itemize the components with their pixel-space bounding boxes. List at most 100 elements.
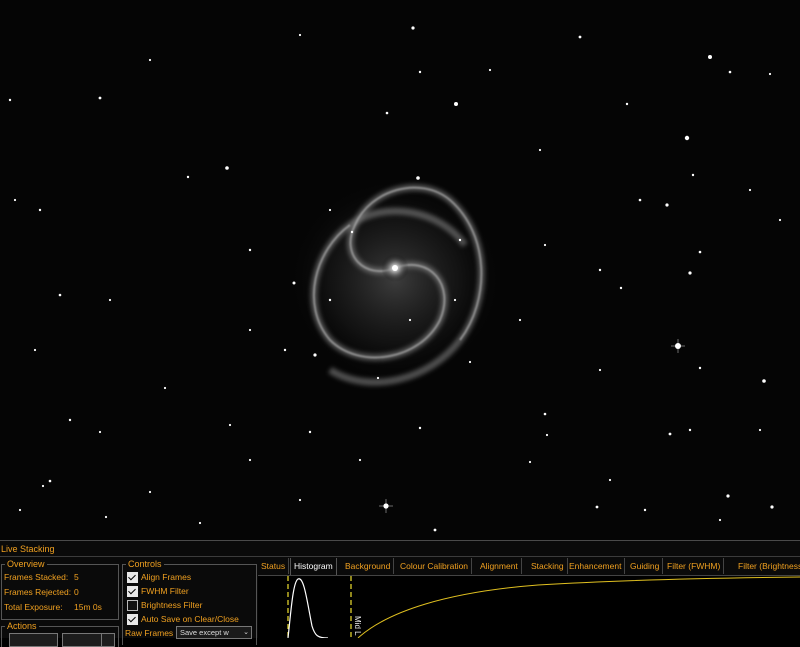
tab-stacking[interactable]: Stacking: [528, 558, 568, 574]
star: [619, 286, 623, 290]
tab-filter-fwhm[interactable]: Filter (FWHM): [664, 558, 725, 574]
star: [458, 238, 462, 242]
star: [488, 68, 492, 72]
star: [691, 173, 695, 177]
overview-title: Overview: [5, 558, 47, 570]
star: [708, 55, 712, 59]
stacked-image-view[interactable]: [0, 0, 800, 540]
star: [68, 418, 72, 422]
star: [163, 386, 167, 390]
checkbox-label: Align Frames: [141, 572, 192, 582]
star: [578, 35, 582, 39]
star: [58, 293, 62, 297]
controls-group: Controls Align Frames FWHM Filter Brightne…: [122, 558, 257, 645]
star: [598, 368, 602, 372]
histogram-view[interactable]: Mid L: [258, 575, 800, 638]
star: [104, 515, 108, 519]
star: [33, 348, 37, 352]
overview-group: Overview Frames Stacked: 5 Frames Reject…: [1, 558, 119, 620]
star: [454, 102, 458, 106]
tab-enhancement[interactable]: Enhancement: [566, 558, 626, 574]
star: [248, 248, 252, 252]
star: [308, 430, 312, 434]
star: [418, 426, 422, 430]
star: [770, 505, 774, 509]
star: [528, 460, 532, 464]
star: [638, 198, 642, 202]
title-divider: [0, 556, 800, 557]
checkbox-label: FWHM Filter: [141, 586, 189, 596]
tab-status[interactable]: Status: [258, 558, 290, 574]
tab-colour-calibration[interactable]: Colour Calibration: [397, 558, 473, 574]
tab-alignment[interactable]: Alignment: [477, 558, 522, 574]
star: [18, 508, 22, 512]
action-button[interactable]: [9, 633, 58, 647]
star: [328, 298, 332, 302]
star: [298, 498, 302, 502]
star: [545, 433, 549, 437]
star: [668, 432, 672, 436]
tab-filter-brightness[interactable]: Filter (Brightness): [735, 558, 800, 574]
star: [292, 281, 296, 285]
tab-background[interactable]: Background: [342, 558, 395, 574]
star: [98, 96, 102, 100]
mid-label: Mid L: [353, 616, 362, 636]
checkbox-label: Brightness Filter: [141, 600, 203, 610]
star: [688, 271, 692, 275]
star: [453, 298, 457, 302]
checkbox-auto-save-on-clear-close[interactable]: [127, 614, 138, 625]
star: [283, 348, 287, 352]
controls-title: Controls: [126, 558, 164, 570]
star: [48, 479, 52, 483]
action-button[interactable]: [62, 633, 102, 647]
overview-label: Frames Rejected:: [4, 587, 72, 597]
star: [758, 428, 762, 432]
star: [248, 458, 252, 462]
star: [433, 528, 437, 532]
star: [726, 494, 730, 498]
galaxy: [285, 175, 505, 386]
total-exposure-value: 15m 0s: [74, 602, 102, 612]
star: [98, 430, 102, 434]
star: [411, 26, 415, 30]
checkbox-brightness-filter[interactable]: [127, 600, 138, 611]
checkbox-align-frames[interactable]: [127, 572, 138, 583]
star: [762, 379, 766, 383]
overview-label: Frames Stacked:: [4, 572, 69, 582]
tab-guiding[interactable]: Guiding: [627, 558, 664, 574]
star: [408, 318, 412, 322]
star: [418, 70, 422, 74]
frames-stacked-value: 5: [74, 572, 79, 582]
tab-histogram[interactable]: Histogram: [290, 558, 337, 575]
star: [468, 360, 472, 364]
star: [643, 508, 647, 512]
star: [350, 230, 354, 234]
star: [778, 218, 782, 222]
star: [665, 203, 669, 207]
star: [186, 175, 190, 179]
star: [598, 268, 602, 272]
checkbox-fwhm-filter[interactable]: [127, 586, 138, 597]
star: [385, 111, 389, 115]
star: [768, 72, 772, 76]
raw-frames-select[interactable]: Save except w ⌄: [176, 626, 252, 639]
star: [358, 458, 362, 462]
tab-bar: Status Histogram Background Colour Calibrat…: [258, 558, 800, 575]
star: [225, 166, 229, 170]
star: [313, 353, 317, 357]
star: [698, 366, 702, 370]
star: [748, 188, 752, 192]
star: [543, 412, 547, 416]
star: [13, 198, 17, 202]
star: [698, 250, 702, 254]
star: [41, 484, 45, 488]
chevron-down-icon: ⌄: [243, 629, 249, 636]
star: [518, 318, 522, 322]
star: [718, 518, 722, 522]
star: [543, 243, 547, 247]
star: [728, 70, 732, 74]
star: [298, 33, 302, 37]
star: [38, 208, 42, 212]
action-button[interactable]: [101, 633, 115, 647]
star: [688, 428, 692, 432]
